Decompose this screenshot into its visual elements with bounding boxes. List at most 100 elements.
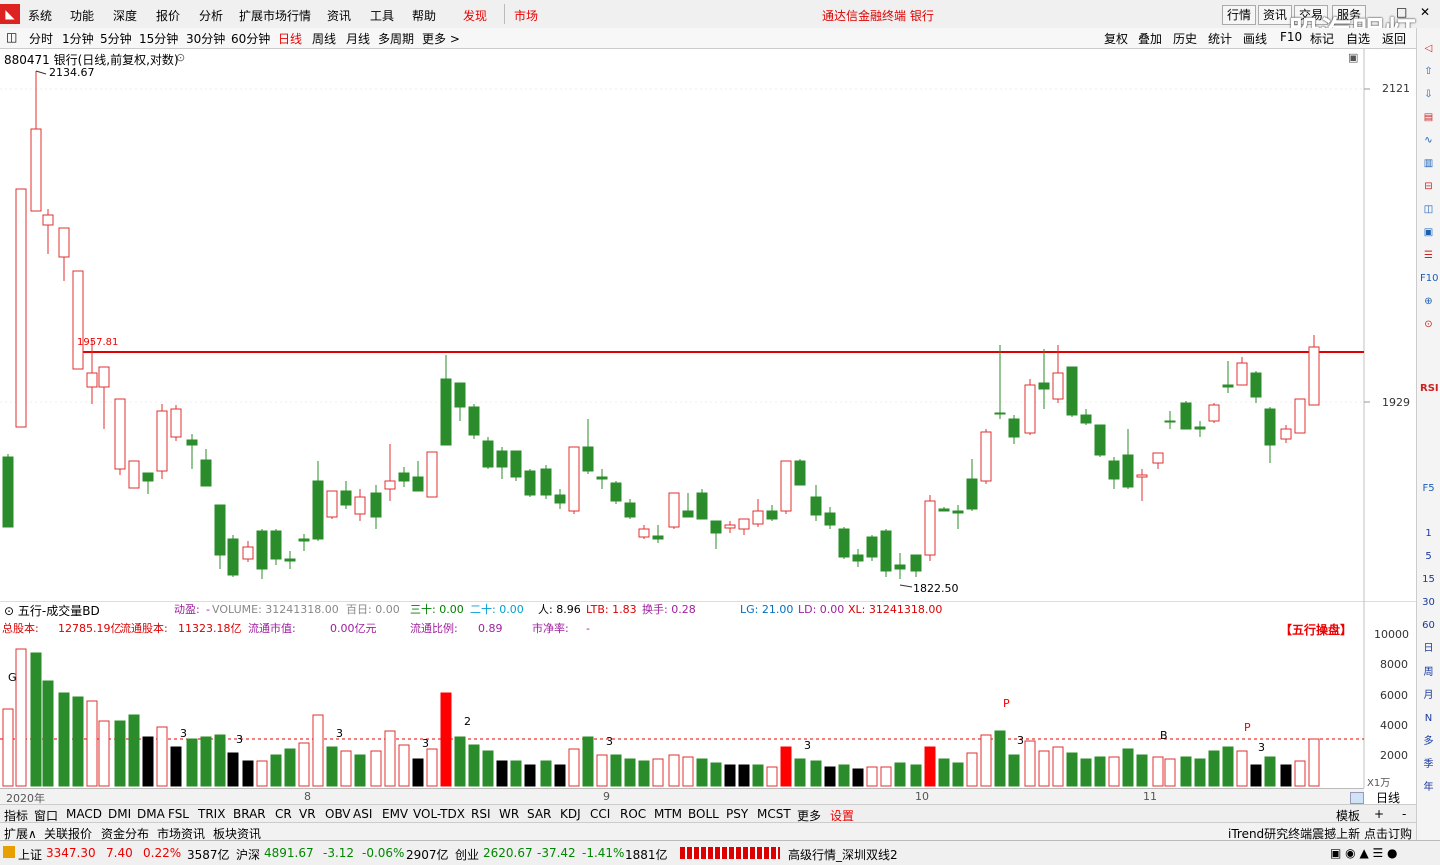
indicator-tab-10[interactable]: OBV — [325, 807, 351, 821]
candlestick-chart[interactable]: 880471 银行(日线,前复权,对数) ⊙ ▣ 2134.67 1822.50… — [0, 49, 1416, 601]
indicator-tab-4[interactable]: DMA — [137, 807, 165, 821]
indicator-tab-7[interactable]: BRAR — [233, 807, 266, 821]
side-period-4[interactable]: 15 — [1420, 571, 1437, 588]
indicator-tab-9[interactable]: VR — [299, 807, 316, 821]
indicator-right-1[interactable]: + — [1374, 807, 1384, 821]
menu-news[interactable]: 资讯 — [327, 7, 351, 24]
period-multi[interactable]: 多周期 — [378, 30, 414, 47]
side-tool-icon[interactable]: F10 — [1420, 270, 1438, 287]
side-period-9[interactable]: 月 — [1420, 687, 1437, 704]
tool-history[interactable]: 历史 — [1173, 30, 1197, 47]
indicator-tab-15[interactable]: WR — [499, 807, 519, 821]
sh-name[interactable]: 上证 — [18, 846, 42, 863]
menu-help[interactable]: 帮助 — [412, 7, 436, 24]
wuxing-badge[interactable]: 【五行操盘】 — [1280, 621, 1352, 638]
side-tool-icon[interactable]: ◁ — [1420, 40, 1437, 57]
tool-back[interactable]: 返回 — [1382, 30, 1406, 47]
indicator-tab-18[interactable]: CCI — [590, 807, 610, 821]
side-tool-icon[interactable]: ▥ — [1420, 155, 1437, 172]
side-period-0[interactable]: RSI — [1420, 380, 1439, 397]
side-period-13[interactable]: 年 — [1420, 779, 1437, 796]
indicator-tab-13[interactable]: VOL-TDX — [413, 807, 465, 821]
side-tool-icon[interactable]: ☰ — [1420, 247, 1437, 264]
period-1min[interactable]: 1分钟 — [62, 30, 94, 47]
tool-draw[interactable]: 画线 — [1243, 30, 1267, 47]
menu-tools[interactable]: 工具 — [370, 7, 394, 24]
status-icons[interactable]: ▣ ◉ ▲ ☰ ● — [1330, 846, 1398, 860]
period-daily[interactable]: 日线 — [278, 30, 302, 47]
period-tick[interactable]: 分时 — [29, 30, 53, 47]
side-period-2[interactable]: 1 — [1420, 525, 1437, 542]
period-weekly[interactable]: 周线 — [312, 30, 336, 47]
indicator-tab-17[interactable]: KDJ — [560, 807, 581, 821]
side-period-3[interactable]: 5 — [1420, 548, 1437, 565]
indicator-tab-8[interactable]: CR — [275, 807, 292, 821]
indicator-tab-19[interactable]: ROC — [620, 807, 646, 821]
side-period-11[interactable]: 多 — [1420, 733, 1437, 750]
side-tool-icon[interactable]: ∿ — [1420, 132, 1437, 149]
period-more[interactable]: 更多 > — [422, 30, 460, 47]
tool-adjust[interactable]: 复权 — [1104, 30, 1128, 47]
tool-watchlist[interactable]: 自选 — [1346, 30, 1370, 47]
side-tool-icon[interactable]: ⊟ — [1420, 178, 1437, 195]
indicator-tab-23[interactable]: MCST — [757, 807, 791, 821]
panel-toggle-icon[interactable]: ◫ — [6, 30, 17, 44]
indicator-tab-21[interactable]: BOLL — [688, 807, 719, 821]
side-tool-icon[interactable]: ▣ — [1420, 224, 1437, 241]
indicator-tab-12[interactable]: EMV — [382, 807, 408, 821]
candlestick-svg[interactable] — [0, 49, 1416, 601]
cy-name[interactable]: 创业 — [455, 846, 479, 863]
hs-name[interactable]: 沪深 — [236, 846, 260, 863]
indicator-tab-20[interactable]: MTM — [654, 807, 682, 821]
side-tool-icon[interactable]: ◫ — [1420, 201, 1437, 218]
menu-quote[interactable]: 报价 — [156, 7, 180, 24]
server-name[interactable]: 高级行情_深圳双线2 — [788, 846, 898, 863]
header-dropdown-icon[interactable]: ⊙ — [176, 51, 185, 64]
menu-ext-market[interactable]: 扩展市场行情 — [239, 7, 311, 24]
volume-panel[interactable]: 动盈: - VOLUME: 31241318.00 百日: 0.00 三十: 0.00 二… — [0, 601, 1416, 789]
side-tool-icon[interactable]: ⇧ — [1420, 63, 1437, 80]
button-news[interactable]: 资讯 — [1258, 5, 1293, 25]
side-period-1[interactable]: F5 — [1420, 480, 1437, 497]
tool-f10[interactable]: F10 — [1280, 30, 1302, 44]
period-60min[interactable]: 60分钟 — [231, 30, 270, 47]
side-period-6[interactable]: 60 — [1420, 617, 1437, 634]
side-tool-icon[interactable]: ⊕ — [1420, 293, 1437, 310]
menu-function[interactable]: 功能 — [70, 7, 94, 24]
indicator-tab-14[interactable]: RSI — [471, 807, 491, 821]
period-30min[interactable]: 30分钟 — [186, 30, 225, 47]
tool-mark[interactable]: 标记 — [1310, 30, 1334, 47]
tool-overlay[interactable]: 叠加 — [1138, 30, 1162, 47]
menu-system[interactable]: 系统 — [28, 7, 52, 24]
side-period-5[interactable]: 30 — [1420, 594, 1437, 611]
side-tool-icon[interactable]: ▤ — [1420, 109, 1437, 126]
scroll-handle[interactable] — [1350, 792, 1364, 804]
menu-depth[interactable]: 深度 — [113, 7, 137, 24]
indicator-tab-5[interactable]: FSL — [168, 807, 189, 821]
indicator-tab-6[interactable]: TRIX — [198, 807, 225, 821]
period-monthly[interactable]: 月线 — [346, 30, 370, 47]
period-5min[interactable]: 5分钟 — [100, 30, 132, 47]
indicator-tab-16[interactable]: SAR — [527, 807, 551, 821]
side-period-8[interactable]: 周 — [1420, 664, 1437, 681]
menu-discover[interactable]: 发现 — [463, 7, 487, 24]
indicator-tab-3[interactable]: DMI — [108, 807, 131, 821]
button-quotes[interactable]: 行情 — [1222, 5, 1257, 25]
indicator-tab-2[interactable]: MACD — [66, 807, 102, 821]
side-period-12[interactable]: 季 — [1420, 756, 1437, 773]
side-tool-icon[interactable]: ⇩ — [1420, 86, 1437, 103]
side-tool-icon[interactable]: ⊙ — [1420, 316, 1437, 333]
tool-stats[interactable]: 统计 — [1208, 30, 1232, 47]
indicator-tab-11[interactable]: ASI — [353, 807, 372, 821]
indicator-tab-22[interactable]: PSY — [726, 807, 748, 821]
indicator-right-2[interactable]: - — [1402, 807, 1406, 821]
menu-analysis[interactable]: 分析 — [199, 7, 223, 24]
chart-close-icon[interactable]: ▣ — [1348, 51, 1358, 64]
side-period-10[interactable]: N — [1420, 710, 1437, 727]
side-period-7[interactable]: 日 — [1420, 640, 1437, 657]
period-15min[interactable]: 15分钟 — [139, 30, 178, 47]
candle — [810, 496, 822, 516]
volume-svg[interactable]: 动盈: - VOLUME: 31241318.00 百日: 0.00 三十: 0.00 二… — [0, 601, 1416, 788]
menu-market[interactable]: 市场 — [514, 7, 538, 24]
close-icon[interactable]: ✕ — [1420, 5, 1430, 19]
